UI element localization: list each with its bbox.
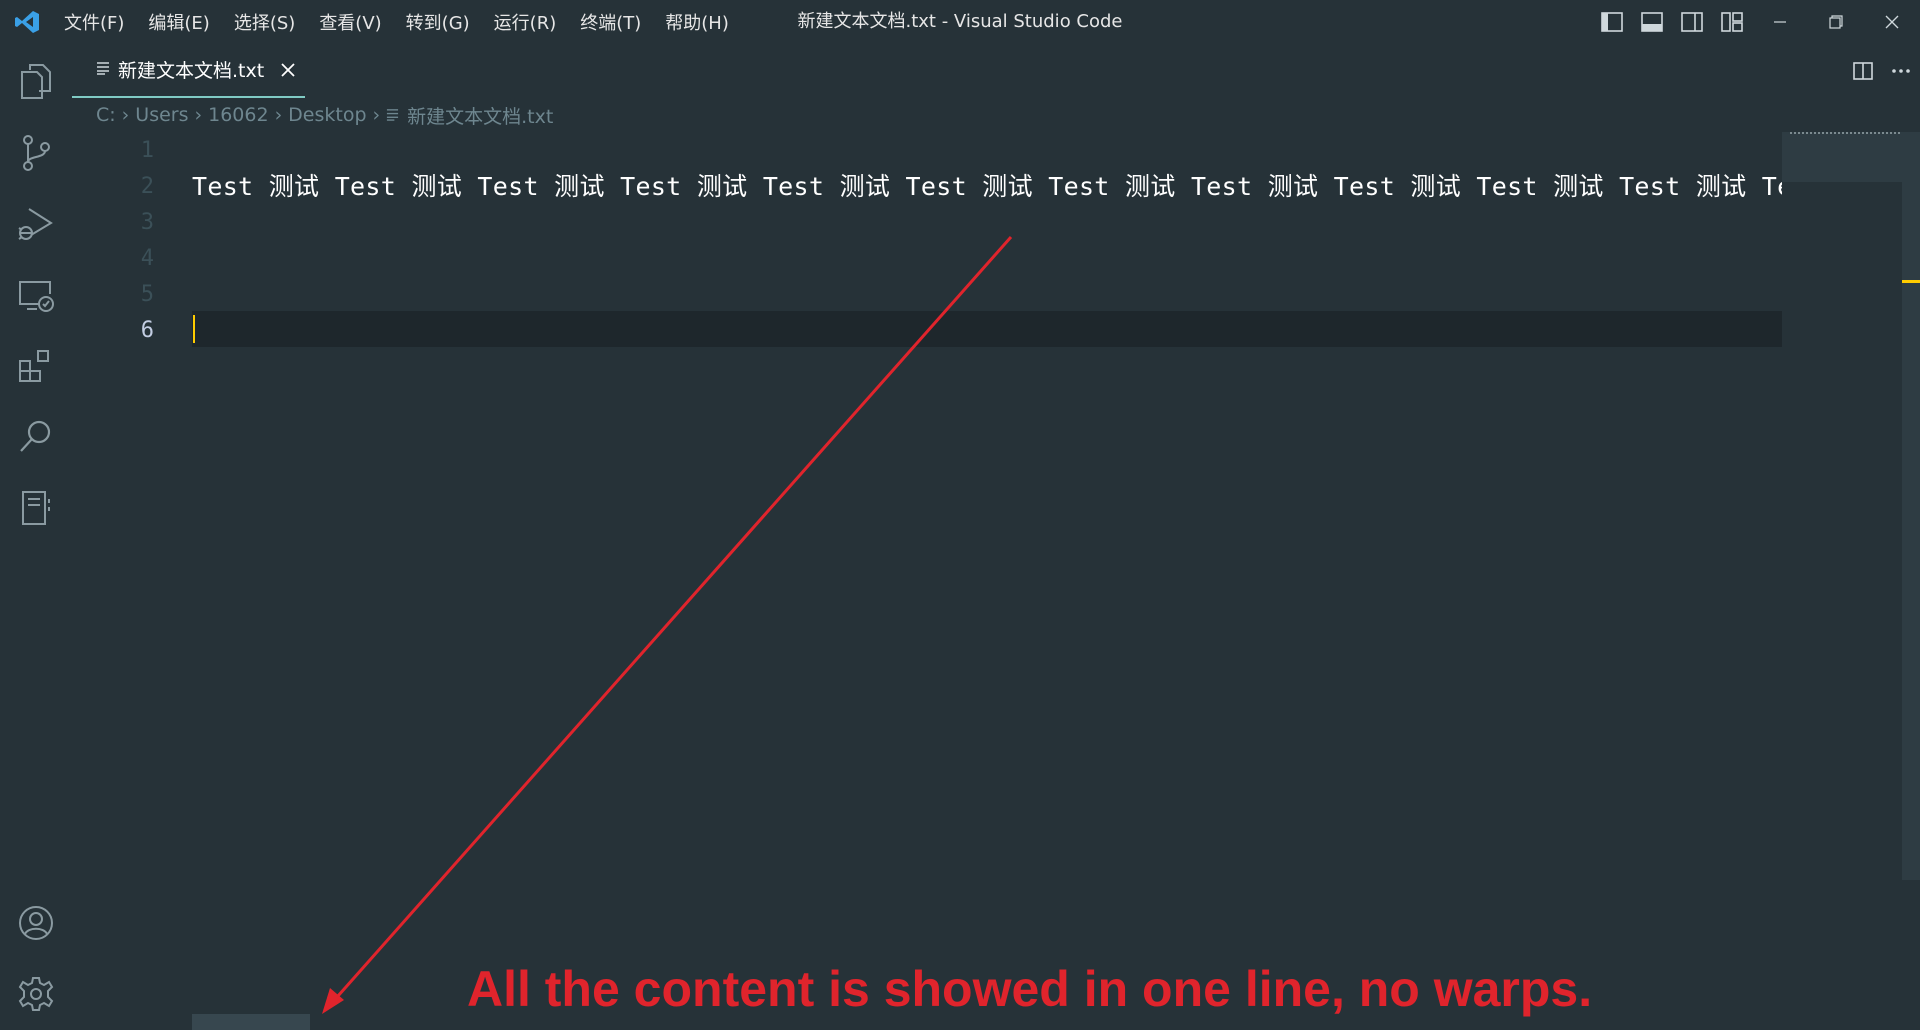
vscode-logo-icon bbox=[14, 10, 40, 34]
toggle-panel-icon[interactable] bbox=[1632, 0, 1672, 43]
scrollbar-cursor-marker bbox=[1902, 280, 1920, 283]
editor-area[interactable]: 1 2 3 4 5 6 Test 测试 Test 测试 Test 测试 Test… bbox=[72, 132, 1920, 1030]
run-debug-icon[interactable] bbox=[0, 193, 72, 255]
menu-bar: 文件(F) 编辑(E) 选择(S) 查看(V) 转到(G) 运行(R) 终端(T… bbox=[64, 0, 753, 43]
minimize-icon[interactable] bbox=[1752, 0, 1808, 43]
menu-edit[interactable]: 编辑(E) bbox=[148, 9, 209, 35]
source-control-icon[interactable] bbox=[0, 122, 72, 184]
split-editor-icon[interactable] bbox=[1844, 43, 1882, 98]
remote-explorer-icon[interactable] bbox=[0, 264, 72, 326]
chevron-right-icon: › bbox=[194, 104, 203, 126]
customize-layout-icon[interactable] bbox=[1712, 0, 1752, 43]
breadcrumb: C: › Users › 16062 › Desktop › 新建文本文档.tx… bbox=[96, 98, 553, 132]
search-icon[interactable] bbox=[0, 406, 72, 468]
minimap-content bbox=[1790, 132, 1900, 134]
editor-actions bbox=[1844, 43, 1920, 98]
chevron-right-icon: › bbox=[372, 104, 381, 126]
close-icon[interactable] bbox=[278, 60, 298, 80]
title-bar: 文件(F) 编辑(E) 选择(S) 查看(V) 转到(G) 运行(R) 终端(T… bbox=[0, 0, 1920, 43]
breadcrumb-file[interactable]: 新建文本文档.txt bbox=[407, 102, 553, 129]
text-file-icon bbox=[96, 60, 110, 79]
activity-bar bbox=[0, 43, 72, 1030]
accounts-icon[interactable] bbox=[0, 892, 72, 954]
more-actions-icon[interactable] bbox=[1882, 43, 1920, 98]
line-number-active: 6 bbox=[140, 318, 154, 343]
menu-help[interactable]: 帮助(H) bbox=[665, 9, 729, 35]
vertical-scrollbar[interactable] bbox=[1902, 132, 1920, 880]
line-number: 1 bbox=[140, 138, 154, 163]
line-number: 4 bbox=[140, 246, 154, 271]
text-file-icon bbox=[386, 104, 399, 126]
manage-gear-icon[interactable] bbox=[0, 963, 72, 1025]
chevron-right-icon: › bbox=[121, 104, 130, 126]
chevron-right-icon: › bbox=[274, 104, 283, 126]
menu-go[interactable]: 转到(G) bbox=[406, 9, 470, 35]
explorer-icon[interactable] bbox=[0, 50, 72, 112]
menu-file[interactable]: 文件(F) bbox=[64, 9, 124, 35]
editor-tabs: 新建文本文档.txt bbox=[72, 43, 1920, 98]
menu-run[interactable]: 运行(R) bbox=[494, 9, 557, 35]
breadcrumb-users[interactable]: Users bbox=[135, 104, 188, 126]
toggle-secondary-sidebar-icon[interactable] bbox=[1672, 0, 1712, 43]
tab-label: 新建文本文档.txt bbox=[118, 60, 265, 82]
line-number: 2 bbox=[140, 174, 154, 199]
code-line: Test 测试 Test 测试 Test 测试 Test 测试 Test 测试 … bbox=[192, 172, 1782, 201]
tab-new-text-document[interactable]: 新建文本文档.txt bbox=[72, 43, 305, 98]
toggle-primary-sidebar-icon[interactable] bbox=[1592, 0, 1632, 43]
notebook-icon[interactable] bbox=[0, 477, 72, 539]
breadcrumb-drive[interactable]: C: bbox=[96, 104, 116, 126]
restore-icon[interactable] bbox=[1808, 0, 1864, 43]
horizontal-scrollbar[interactable] bbox=[192, 1014, 310, 1030]
minimap[interactable] bbox=[1782, 132, 1902, 182]
line-number: 3 bbox=[140, 210, 154, 235]
code-text[interactable]: Test 测试 Test 测试 Test 测试 Test 测试 Test 测试 … bbox=[192, 132, 1782, 1030]
breadcrumb-desktop[interactable]: Desktop bbox=[288, 104, 366, 126]
close-window-icon[interactable] bbox=[1864, 0, 1920, 43]
text-cursor bbox=[193, 315, 195, 343]
line-number-gutter: 1 2 3 4 5 6 bbox=[72, 132, 192, 1030]
annotation-text: All the content is showed in one line, n… bbox=[467, 961, 1593, 1017]
menu-terminal[interactable]: 终端(T) bbox=[580, 9, 641, 35]
title-actions bbox=[1592, 0, 1920, 43]
breadcrumb-user-folder[interactable]: 16062 bbox=[208, 104, 268, 126]
line-number: 5 bbox=[140, 282, 154, 307]
menu-view[interactable]: 查看(V) bbox=[319, 9, 381, 35]
extensions-icon[interactable] bbox=[0, 335, 72, 397]
menu-selection[interactable]: 选择(S) bbox=[234, 9, 295, 35]
